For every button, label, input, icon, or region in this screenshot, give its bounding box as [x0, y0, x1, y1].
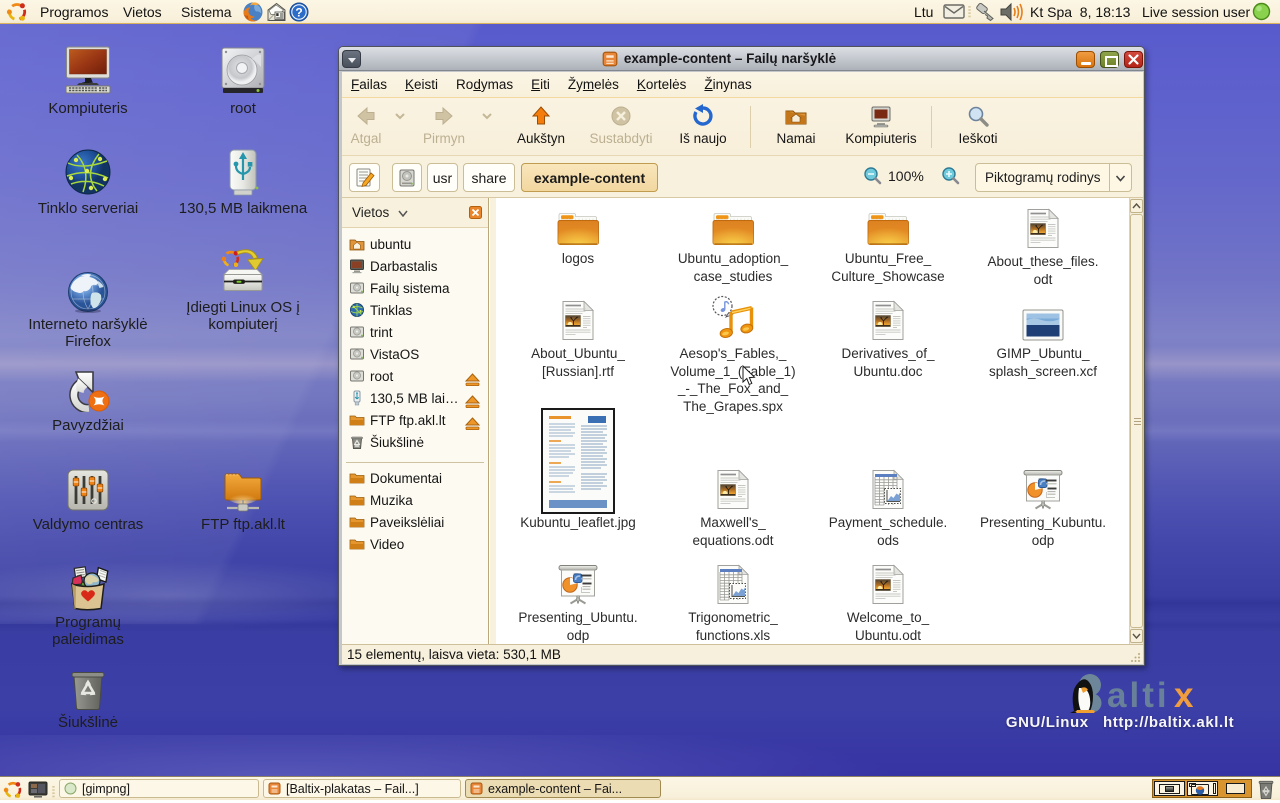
svg-text:alti: alti — [1107, 676, 1170, 715]
svg-text:?: ? — [295, 5, 302, 19]
svg-text:x: x — [1174, 676, 1194, 715]
